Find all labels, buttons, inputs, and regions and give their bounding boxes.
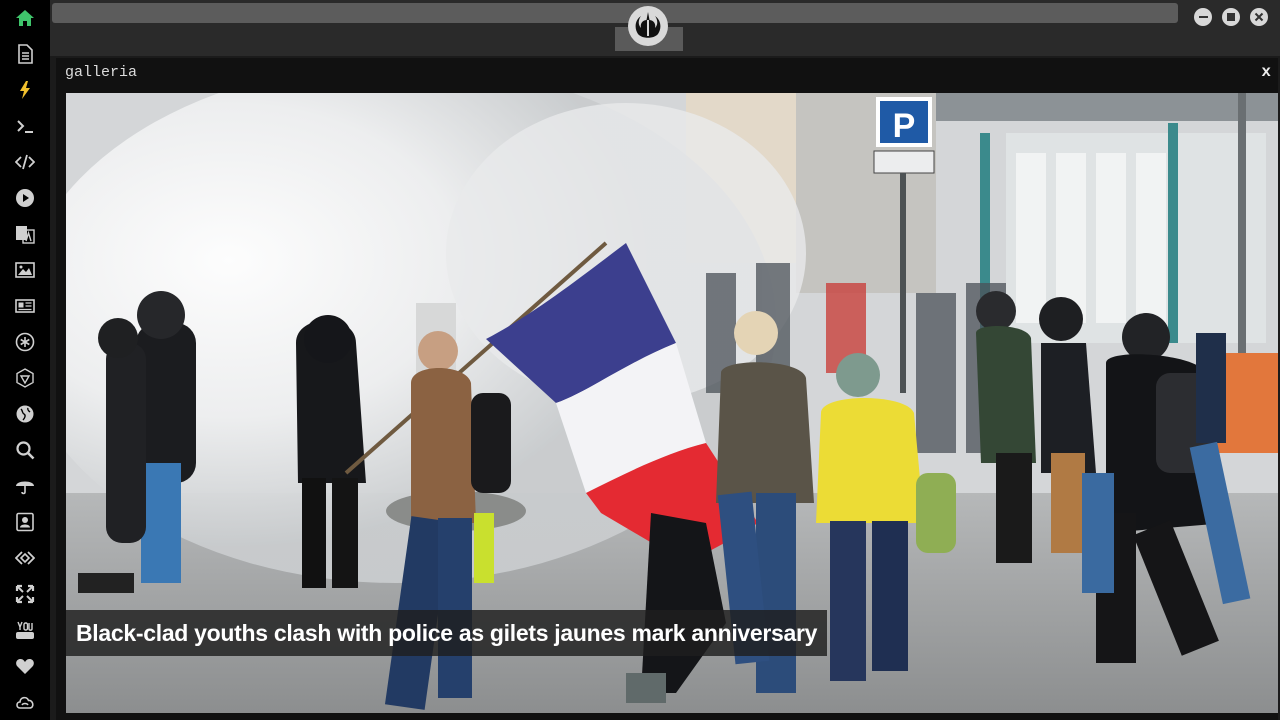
minimize-icon[interactable] (1194, 8, 1212, 26)
photo-caption: Black-clad youths clash with police as g… (76, 619, 818, 646)
home-icon[interactable] (12, 5, 38, 31)
diamond-code-icon[interactable] (12, 545, 38, 571)
heart-icon[interactable] (12, 653, 38, 679)
gallery-panel: galleria x P Black-clad youths clash wit… (56, 58, 1278, 720)
search-icon[interactable] (12, 437, 38, 463)
panel-title: galleria (65, 64, 138, 81)
expand-icon[interactable] (12, 581, 38, 607)
translate-icon[interactable] (12, 221, 38, 247)
image-icon[interactable] (12, 257, 38, 283)
lightning-icon[interactable] (12, 77, 38, 103)
top-bar (50, 0, 1280, 56)
sidebar (0, 0, 50, 720)
cloud-icon[interactable] (12, 689, 38, 715)
address-bar[interactable] (52, 3, 1178, 23)
globe-icon[interactable] (12, 401, 38, 427)
close-panel-button[interactable]: x (1261, 63, 1271, 81)
contact-icon[interactable] (12, 509, 38, 535)
news-icon[interactable] (12, 293, 38, 319)
code-icon[interactable] (12, 149, 38, 175)
youtube-icon[interactable] (12, 617, 38, 643)
window-controls (1194, 8, 1268, 26)
play-icon[interactable] (12, 185, 38, 211)
document-icon[interactable] (12, 41, 38, 67)
caption-box: Black-clad youths clash with police as g… (66, 610, 828, 656)
svg-text:P: P (893, 107, 916, 145)
maximize-icon[interactable] (1222, 8, 1240, 26)
hexagon-icon[interactable] (12, 365, 38, 391)
umbrella-icon[interactable] (12, 473, 38, 499)
terminal-icon[interactable] (12, 113, 38, 139)
asterisk-icon[interactable] (12, 329, 38, 355)
rebel-alliance-icon[interactable] (628, 6, 668, 46)
close-icon[interactable] (1250, 8, 1268, 26)
